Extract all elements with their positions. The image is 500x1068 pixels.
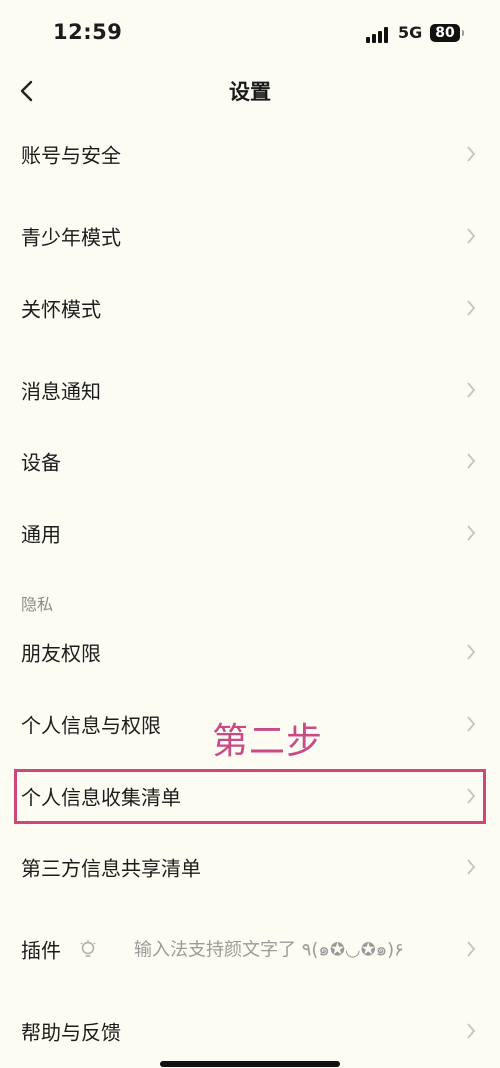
chevron-right-icon (467, 859, 476, 875)
lightbulb-icon (80, 940, 96, 957)
row-label: 朋友权限 (21, 641, 101, 666)
page-title: 设置 (229, 80, 271, 104)
row-care-mode[interactable]: 关怀模式 (0, 280, 500, 336)
row-label: 关怀模式 (21, 297, 101, 322)
chevron-right-icon (467, 228, 476, 244)
row-account-security[interactable]: 账号与安全 (0, 126, 500, 182)
battery-tip (462, 30, 464, 36)
section-label-privacy: 隐私 (21, 595, 54, 614)
battery-icon: 80 (430, 24, 460, 42)
network-type: 5G (398, 23, 423, 42)
row-help-feedback[interactable]: 帮助与反馈 (0, 1003, 500, 1059)
row-friend-permissions[interactable]: 朋友权限 (0, 624, 500, 680)
row-label: 青少年模式 (21, 225, 121, 250)
plugin-status-text: 输入法支持颜文字了 ٩(๑✪◡✪๑)۶ (134, 939, 404, 961)
chevron-right-icon (467, 146, 476, 162)
status-time: 12:59 (53, 20, 123, 44)
chevron-right-icon (467, 644, 476, 660)
row-label: 消息通知 (21, 379, 101, 404)
home-indicator (160, 1061, 340, 1067)
chevron-right-icon (467, 1023, 476, 1039)
row-label: 个人信息与权限 (21, 713, 161, 738)
row-third-party-sharing[interactable]: 第三方信息共享清单 (0, 839, 500, 895)
status-bar: 12:59 5G 80 (0, 0, 500, 66)
highlight-box (14, 769, 486, 824)
chevron-right-icon (467, 382, 476, 398)
row-teen-mode[interactable]: 青少年模式 (0, 208, 500, 264)
chevron-right-icon (467, 941, 476, 957)
signal-icon (366, 27, 388, 43)
row-label: 通用 (21, 522, 61, 547)
nav-bar: 设置 (0, 66, 500, 114)
row-label: 账号与安全 (21, 143, 121, 168)
chevron-right-icon (467, 453, 476, 469)
row-notifications[interactable]: 消息通知 (0, 362, 500, 418)
chevron-right-icon (467, 300, 476, 316)
step-annotation: 第二步 (212, 721, 324, 762)
chevron-right-icon (467, 525, 476, 541)
row-label: 插件 (21, 938, 61, 963)
chevron-right-icon (467, 716, 476, 732)
row-label: 帮助与反馈 (21, 1020, 121, 1045)
row-plugins[interactable]: 插件 输入法支持颜文字了 ٩(๑✪◡✪๑)۶ (0, 921, 500, 977)
row-label: 设备 (21, 450, 61, 475)
row-devices[interactable]: 设备 (0, 433, 500, 489)
row-label: 第三方信息共享清单 (21, 856, 201, 881)
row-general[interactable]: 通用 (0, 505, 500, 561)
